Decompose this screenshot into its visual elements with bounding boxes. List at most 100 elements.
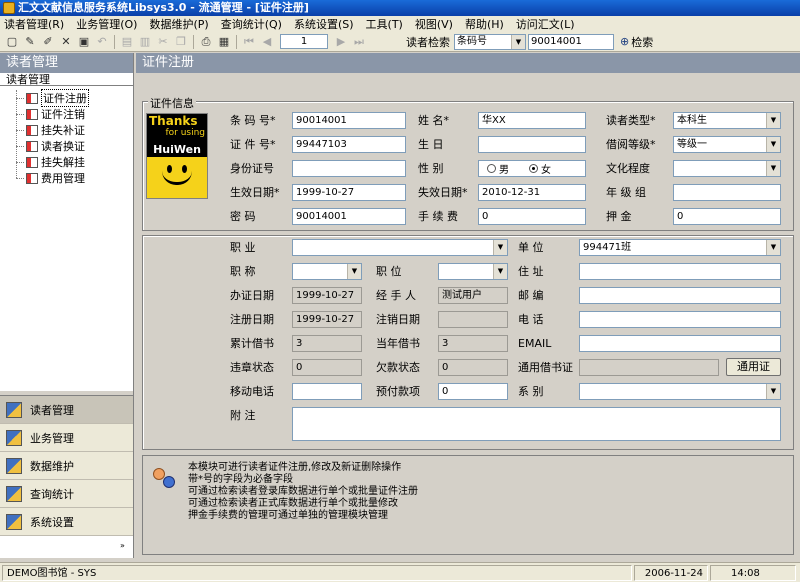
email-input[interactable]	[579, 335, 781, 352]
borrow-level-select[interactable]: 等级一 ▼	[673, 136, 781, 153]
left-panel: 读者管理 读者管理 证件注册 证件注销 挂失补证 读者换证 挂失解挂 费用管理 …	[0, 53, 134, 558]
binoculars-icon: ⊕	[620, 35, 630, 48]
menu-help[interactable]: 帮助(H)	[465, 16, 504, 32]
gender-male-radio[interactable]: 男	[487, 161, 509, 176]
gender-female-radio[interactable]: 女	[529, 161, 551, 176]
card-icon	[26, 124, 38, 136]
valid-date-input[interactable]: 1999-10-27	[292, 184, 406, 201]
card-no-input[interactable]: 99447103	[292, 136, 406, 153]
status-date: 2006-11-24	[634, 565, 708, 581]
grade-input[interactable]	[673, 184, 781, 201]
tree-item-unlock[interactable]: 挂失解挂	[0, 154, 133, 170]
nav-data[interactable]: 数据维护	[0, 452, 133, 480]
chevron-down-icon: ▼	[493, 264, 507, 279]
tree-item-fees[interactable]: 费用管理	[0, 170, 133, 186]
edit-icon[interactable]: ✎	[21, 34, 39, 50]
total-borrow-field: 3	[292, 335, 362, 352]
tree-item-replace[interactable]: 读者换证	[0, 138, 133, 154]
main-content: 证件注册 证件信息 Thanks for using HuiWen 条 码 号* …	[136, 53, 800, 558]
page-input[interactable]: 1	[280, 34, 328, 49]
universal-card-button[interactable]: 通用证	[726, 358, 781, 376]
violation-field: 0	[292, 359, 362, 376]
password-label: 密 码	[230, 210, 256, 223]
menu-data[interactable]: 数据维护(P)	[149, 16, 208, 32]
name-input[interactable]: 华XX	[478, 112, 586, 129]
menu-reader[interactable]: 读者管理(R)	[4, 16, 64, 32]
nav-settings[interactable]: 系统设置	[0, 508, 133, 536]
reader-type-select[interactable]: 本科生 ▼	[673, 112, 781, 129]
users-icon	[153, 466, 177, 490]
position-select[interactable]: ▼	[438, 263, 508, 280]
modify-icon[interactable]: ✐	[39, 34, 57, 50]
note-textarea[interactable]	[292, 407, 781, 441]
menu-visit[interactable]: 访问汇文(L)	[516, 16, 575, 32]
new-icon[interactable]: ▢	[3, 34, 21, 50]
birthday-input[interactable]	[478, 136, 586, 153]
search-input[interactable]: 90014001	[528, 33, 614, 50]
tree-item-reissue[interactable]: 挂失补证	[0, 122, 133, 138]
first-icon[interactable]: ⏮	[240, 34, 258, 50]
help-text: 本模块可进行读者证件注册,修改及新证删除操作 带*号的字段为必备字段 可通过检索…	[188, 462, 418, 521]
occupation-select[interactable]: ▼	[292, 239, 508, 256]
note-label: 附 注	[230, 409, 256, 422]
tree-item-register[interactable]: 证件注册	[0, 89, 133, 107]
education-select[interactable]: ▼	[673, 160, 781, 177]
last-icon[interactable]: ⏭	[350, 34, 368, 50]
expire-date-label: 失效日期*	[418, 186, 468, 199]
password-input[interactable]: 90014001	[292, 208, 406, 225]
menu-tools[interactable]: 工具(T)	[366, 16, 403, 32]
copy-icon[interactable]: ❐	[172, 34, 190, 50]
education-label: 文化程度	[606, 162, 650, 175]
menu-business[interactable]: 业务管理(O)	[76, 16, 137, 32]
card-icon	[26, 156, 38, 168]
debt-field: 0	[438, 359, 508, 376]
chevron-down-icon: ▼	[493, 240, 507, 255]
register-date-label: 注册日期	[230, 313, 274, 326]
prepaid-label: 预付款项	[376, 385, 420, 398]
next-icon[interactable]: ▶	[332, 34, 350, 50]
delete-icon[interactable]: ✕	[57, 34, 75, 50]
print-icon[interactable]: ⎙	[197, 34, 215, 50]
chevron-down-icon: ▼	[766, 240, 780, 255]
address-label: 住 址	[518, 265, 544, 278]
valid-date-label: 生效日期*	[230, 186, 280, 199]
fee-input[interactable]: 0	[478, 208, 586, 225]
save-icon[interactable]: ▣	[75, 34, 93, 50]
chevron-double-down-icon[interactable]: »	[120, 541, 125, 550]
address-input[interactable]	[579, 263, 781, 280]
postcode-input[interactable]	[579, 287, 781, 304]
undo-icon[interactable]: ↶	[93, 34, 111, 50]
prepaid-input[interactable]: 0	[438, 383, 508, 400]
menu-settings[interactable]: 系统设置(S)	[294, 16, 354, 32]
export-icon[interactable]: ▥	[136, 34, 154, 50]
register-date-field: 1999-10-27	[292, 311, 362, 328]
import-icon[interactable]: ▤	[118, 34, 136, 50]
chevron-down-icon: ▼	[511, 34, 525, 49]
unit-select[interactable]: 994471班 ▼	[579, 239, 781, 256]
current-borrow-label: 当年借书	[376, 337, 420, 350]
id-card-label: 身份证号	[230, 162, 274, 175]
name-label: 姓 名*	[418, 114, 449, 127]
mobile-input[interactable]	[292, 383, 362, 400]
status-time: 14:08	[710, 565, 796, 581]
occupation-label: 职 业	[230, 241, 256, 254]
title-select[interactable]: ▼	[292, 263, 362, 280]
menu-query[interactable]: 查询统计(Q)	[221, 16, 282, 32]
search-type-select[interactable]: 条码号 ▼	[454, 33, 526, 50]
nav-business[interactable]: 业务管理	[0, 424, 133, 452]
tool-icon[interactable]: ✂	[154, 34, 172, 50]
nav-query[interactable]: 查询统计	[0, 480, 133, 508]
expire-date-input[interactable]: 2010-12-31	[478, 184, 586, 201]
deposit-input[interactable]: 0	[673, 208, 781, 225]
tree-item-cancel[interactable]: 证件注销	[0, 106, 133, 122]
debt-label: 欠款状态	[376, 361, 420, 374]
barcode-input[interactable]: 90014001	[292, 112, 406, 129]
id-card-input[interactable]	[292, 160, 406, 177]
nav-reader[interactable]: 读者管理	[0, 396, 133, 424]
menu-view[interactable]: 视图(V)	[415, 16, 453, 32]
prev-icon[interactable]: ◀	[258, 34, 276, 50]
category-select[interactable]: ▼	[579, 383, 781, 400]
grid-icon[interactable]: ▦	[215, 34, 233, 50]
search-button[interactable]: ⊕ 检索	[620, 34, 653, 50]
phone-input[interactable]	[579, 311, 781, 328]
